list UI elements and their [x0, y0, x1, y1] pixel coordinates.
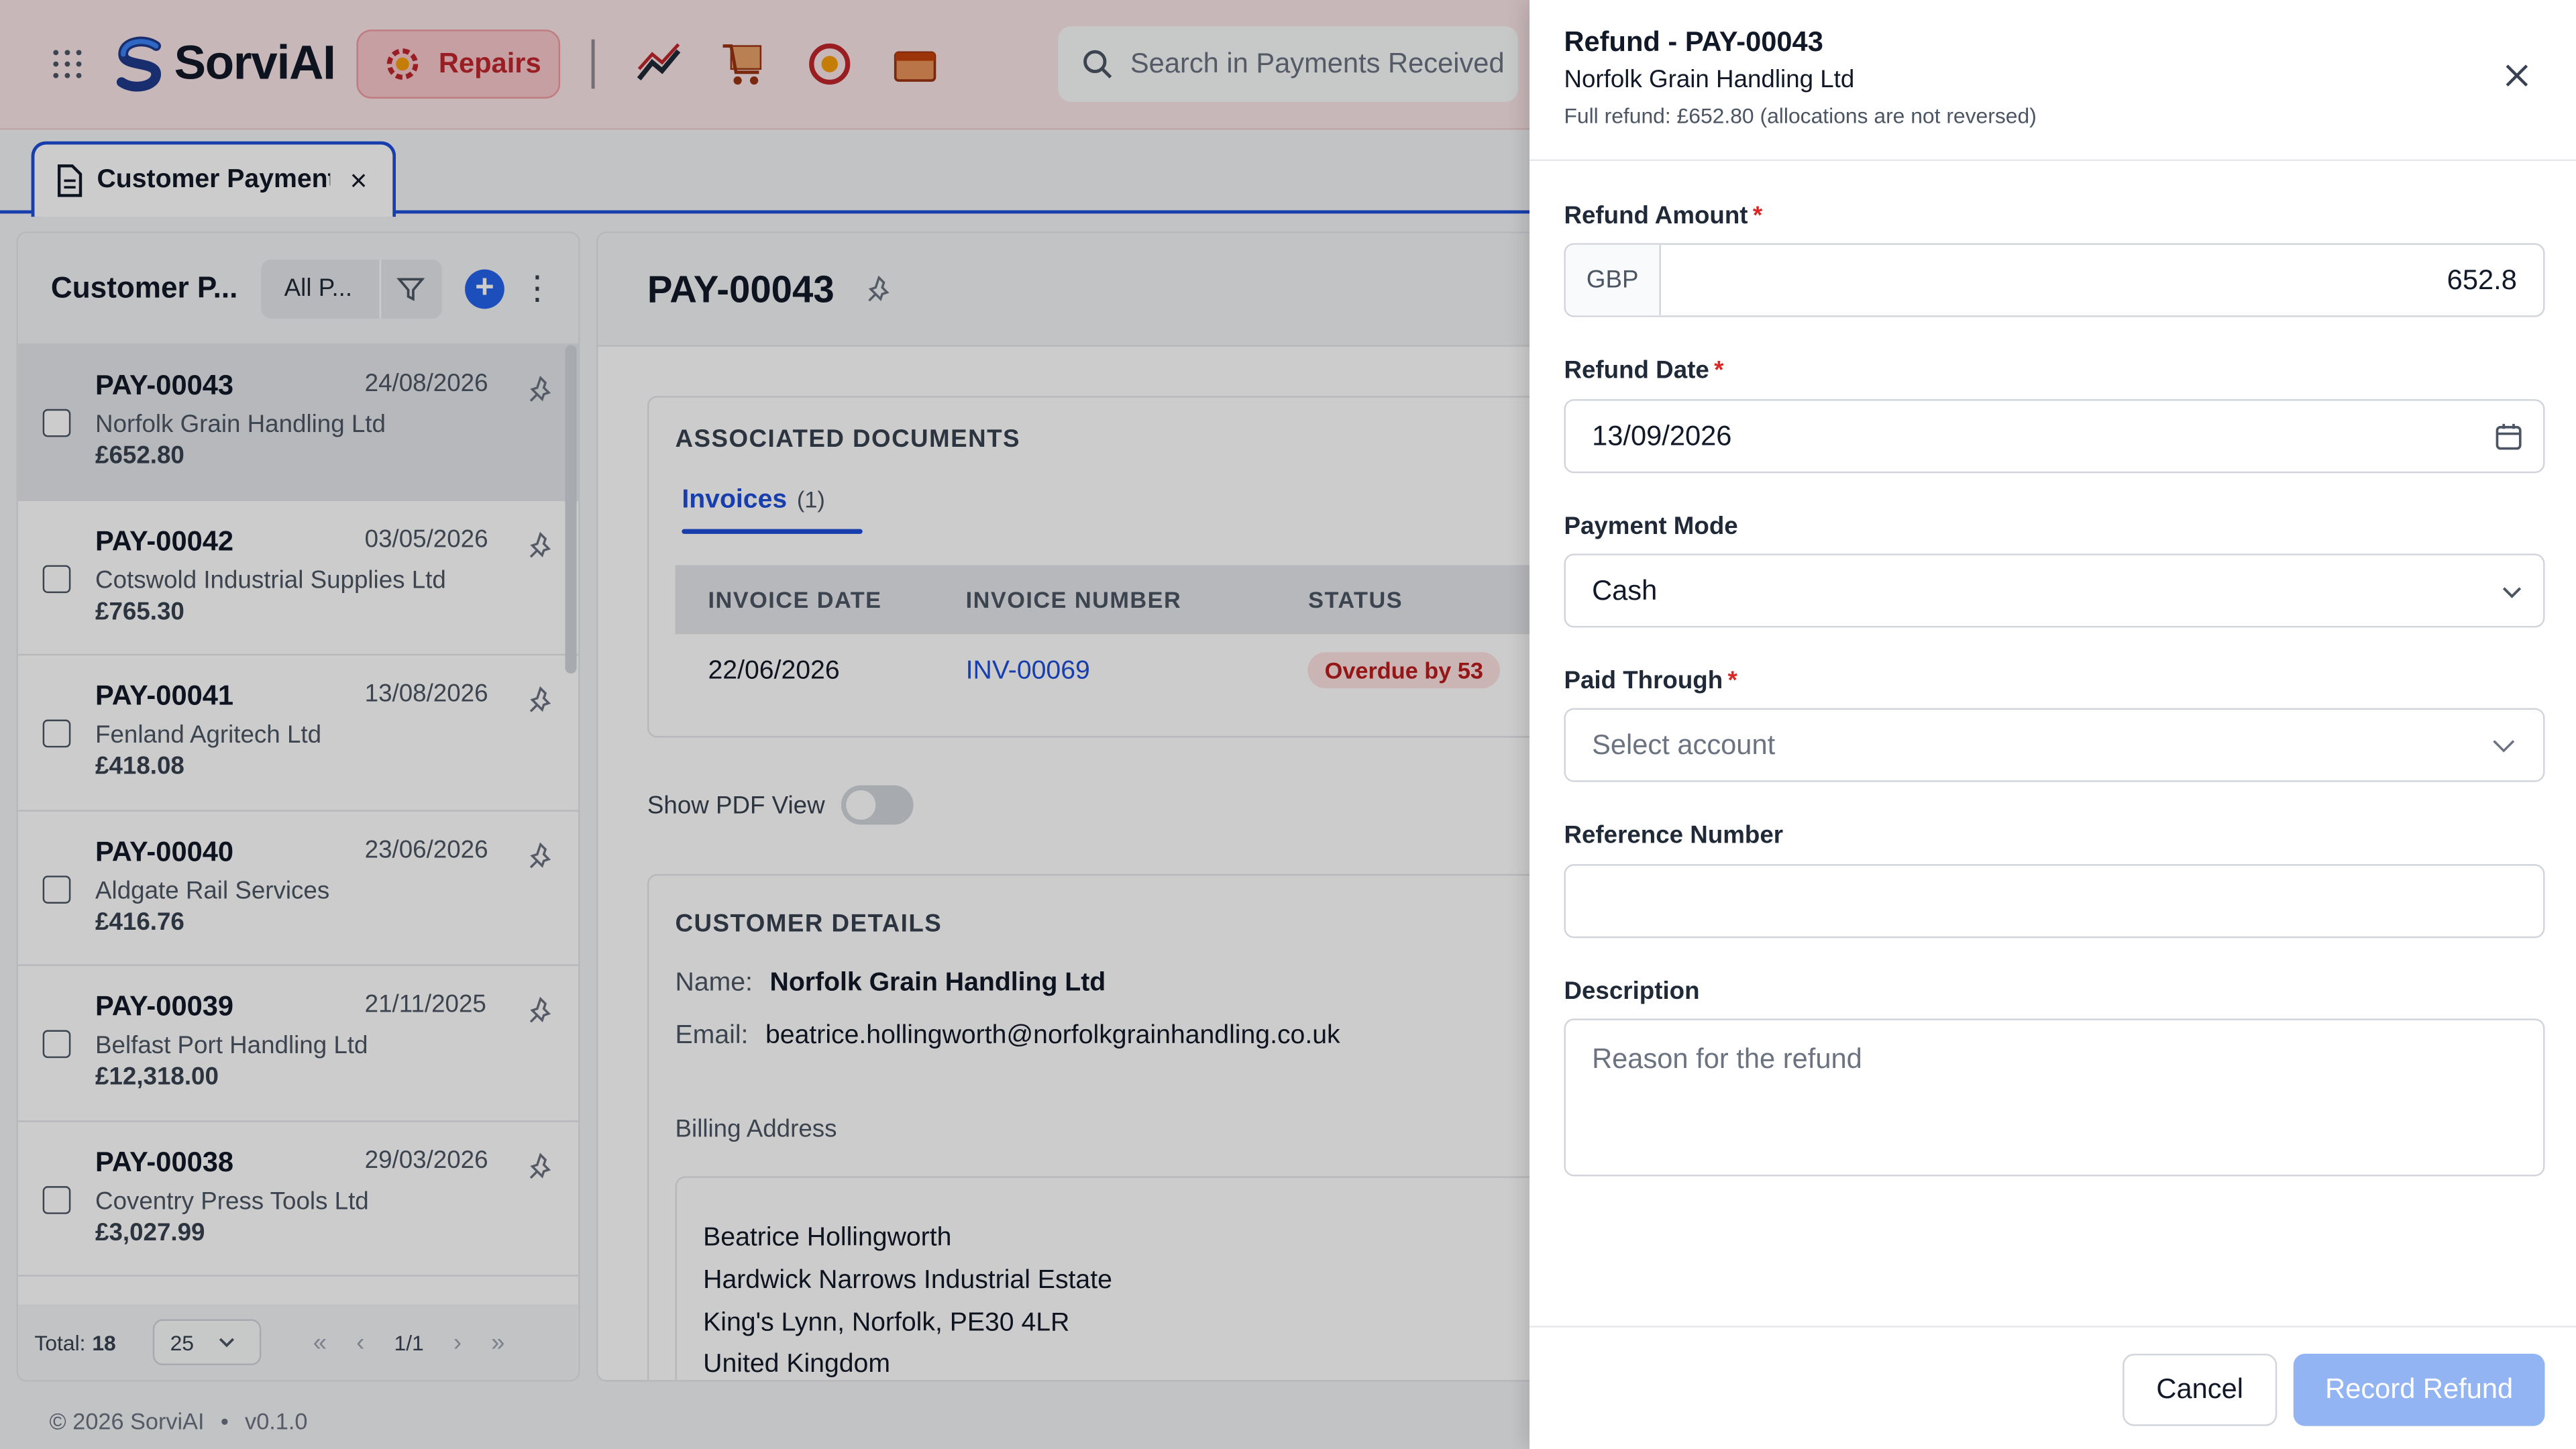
chevron-down-icon: [2493, 740, 2515, 753]
required-mark: *: [1752, 202, 1763, 230]
refund-title: Refund - PAY-00043: [1564, 26, 1823, 58]
chevron-down-icon: [2502, 587, 2522, 598]
cancel-button[interactable]: Cancel: [2123, 1353, 2277, 1426]
required-mark: *: [1727, 667, 1737, 695]
refund-note: Full refund: £652.80 (allocations are no…: [1564, 103, 2037, 129]
paid-through-label: Paid Through *: [1564, 667, 1737, 695]
label-text: Refund Date: [1564, 356, 1709, 385]
description-placeholder: Reason for the refund: [1592, 1043, 1862, 1075]
reference-number-label: Reference Number: [1564, 821, 1784, 850]
paid-through-select[interactable]: Select account: [1564, 708, 2545, 782]
reference-number-input[interactable]: [1564, 864, 2545, 938]
record-refund-button[interactable]: Record Refund: [2293, 1353, 2545, 1426]
refund-footer: Cancel Record Refund: [1529, 1326, 2576, 1449]
payment-mode-select[interactable]: Cash: [1564, 553, 2545, 628]
calendar-icon[interactable]: [2494, 422, 2524, 451]
refund-customer: Norfolk Grain Handling Ltd: [1564, 65, 1855, 94]
refund-amount-field[interactable]: GBP 652.8: [1564, 243, 2545, 317]
refund-drawer: Refund - PAY-00043 Norfolk Grain Handlin…: [1529, 0, 2576, 1449]
label-text: Paid Through: [1564, 667, 1723, 695]
refund-header: Refund - PAY-00043 Norfolk Grain Handlin…: [1529, 0, 2576, 162]
payment-mode-label: Payment Mode: [1564, 513, 1738, 541]
modal-backdrop[interactable]: [0, 0, 1530, 1449]
refund-date-field[interactable]: 13/09/2026: [1564, 399, 2545, 474]
refund-date-value: 13/09/2026: [1592, 419, 1732, 451]
refund-amount-value: 652.8: [2447, 264, 2517, 295]
required-mark: *: [1714, 356, 1724, 385]
paid-through-placeholder: Select account: [1592, 729, 1776, 760]
description-textarea[interactable]: Reason for the refund: [1564, 1018, 2545, 1177]
description-label: Description: [1564, 977, 1700, 1006]
refund-date-label: Refund Date *: [1564, 356, 1723, 384]
label-text: Refund Amount: [1564, 202, 1748, 230]
refund-amount-label: Refund Amount *: [1564, 202, 1762, 230]
currency-addon: GBP: [1565, 244, 1661, 316]
close-icon[interactable]: [2504, 62, 2530, 89]
payment-mode-value: Cash: [1592, 574, 1658, 606]
